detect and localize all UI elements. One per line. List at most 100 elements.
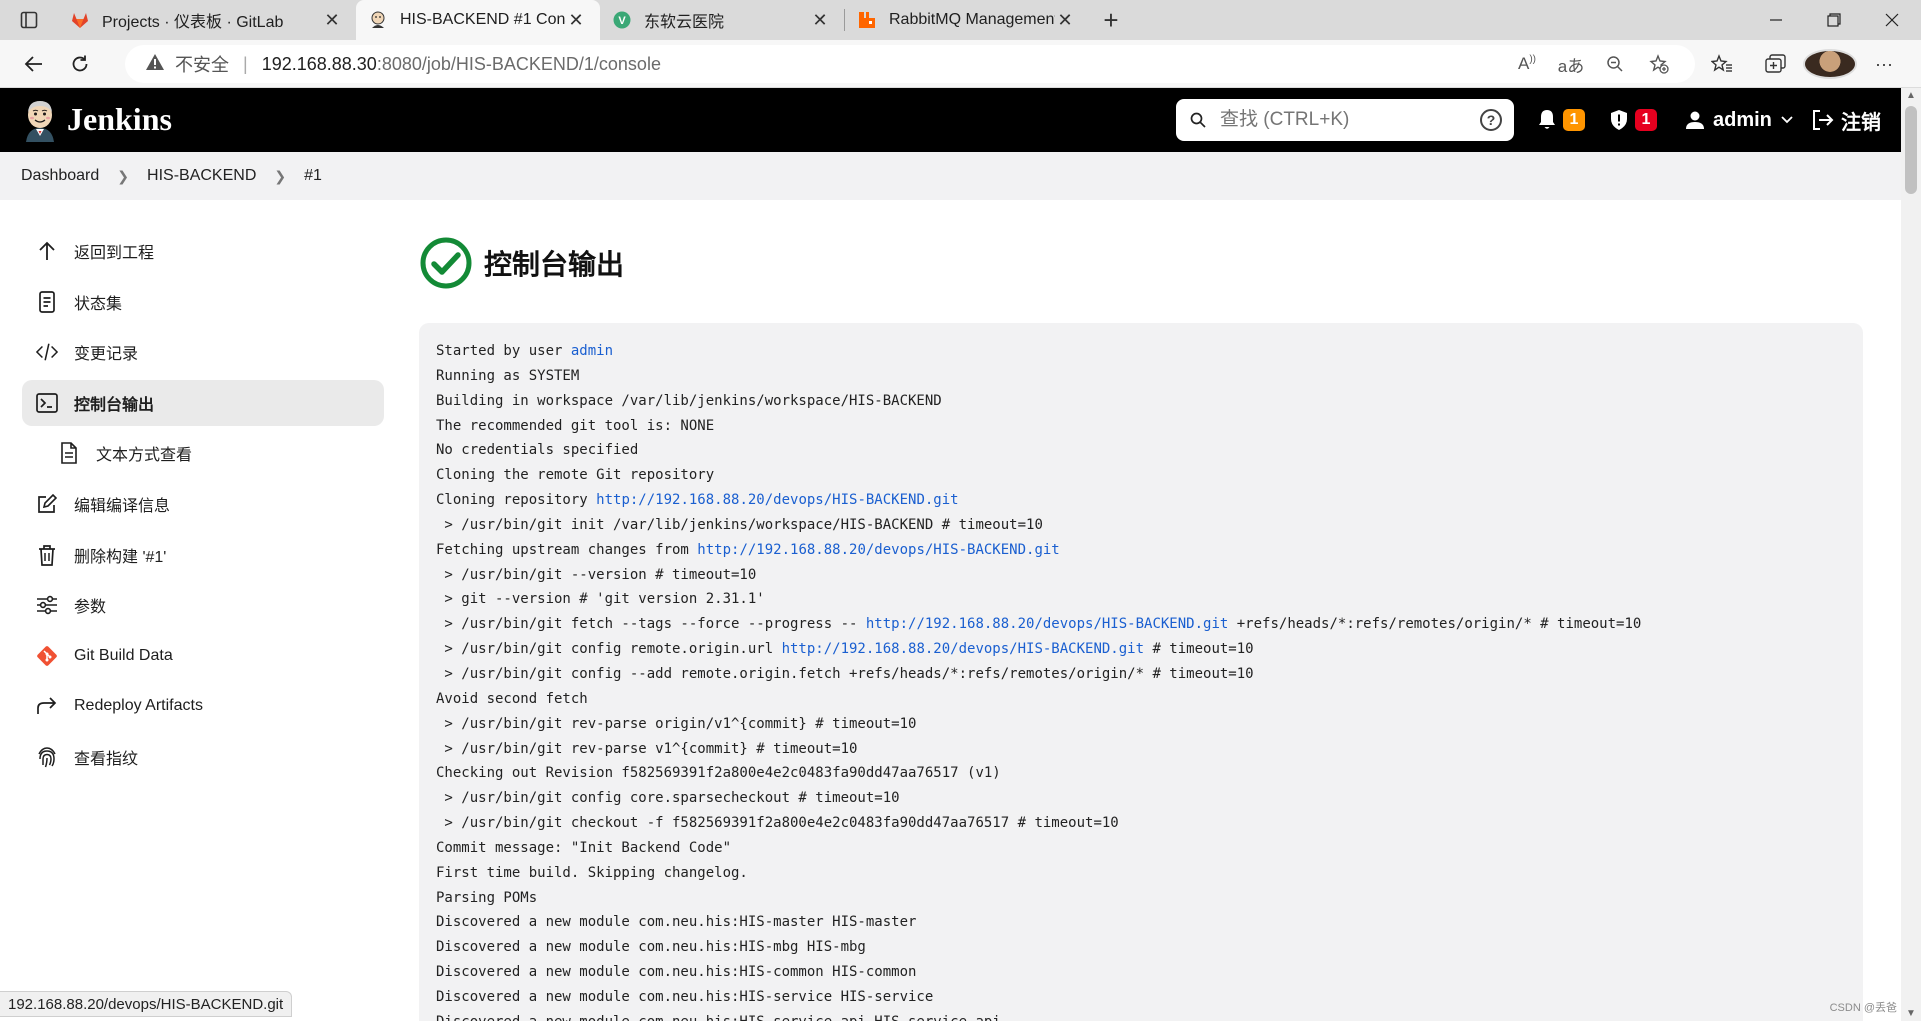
console-line: No credentials specified	[436, 442, 638, 458]
logout-label: 注销	[1841, 111, 1881, 134]
tab-title: HIS-BACKEND #1 Console [Jenkins]	[400, 11, 566, 28]
collections-button[interactable]	[1749, 54, 1803, 74]
bell-icon	[1539, 110, 1555, 129]
console-text: > /usr/bin/git rev-parse v1^{commit} # t…	[436, 740, 858, 757]
tab-gitlab[interactable]: Projects · 仪表板 · GitLab ✕	[58, 0, 356, 40]
edit-icon	[36, 493, 58, 515]
favorites-button[interactable]	[1695, 54, 1749, 74]
console-text: > git --version # 'git version 2.31.1'	[436, 591, 765, 608]
sidebar-item-console-output[interactable]: 控制台输出	[22, 379, 384, 426]
sidebar-item-redeploy-artifacts[interactable]: Redeploy Artifacts	[22, 683, 384, 729]
chevron-down-icon[interactable]	[1780, 115, 1794, 125]
add-favorite-icon[interactable]	[1637, 54, 1681, 74]
breadcrumb-dashboard[interactable]: Dashboard	[21, 167, 99, 185]
sidebar-item-fingerprints[interactable]: 查看指纹	[22, 734, 384, 780]
shield-alert-icon	[1611, 110, 1627, 130]
console-link[interactable]: http://192.168.88.20/devops/HIS-BACKEND.…	[697, 542, 1059, 558]
new-tab-button[interactable]: +	[1089, 0, 1133, 40]
console-text: Cloning repository	[436, 492, 597, 509]
console-link[interactable]: http://192.168.88.20/devops/HIS-BACKEND.…	[782, 641, 1144, 657]
security-status[interactable]: 不安全	[175, 51, 229, 77]
sidebar-item-status[interactable]: 状态集	[22, 279, 384, 325]
reload-button[interactable]	[58, 44, 102, 84]
profile-button[interactable]	[1803, 49, 1857, 79]
console-link[interactable]: admin	[571, 343, 613, 359]
chevron-right-icon[interactable]: ❯	[117, 168, 129, 185]
address-bar[interactable]: 不安全 | 192.168.88.30:8080/job/HIS-BACKEND…	[125, 45, 1695, 83]
console-text: > /usr/bin/git checkout -f f582569391f2a…	[436, 815, 1119, 832]
warning-icon[interactable]	[145, 53, 165, 76]
trash-icon	[36, 544, 58, 566]
notifications-badge: 1	[1563, 109, 1585, 131]
browser-toolbar: 不安全 | 192.168.88.30:8080/job/HIS-BACKEND…	[0, 40, 1921, 88]
breadcrumb-job[interactable]: HIS-BACKEND	[147, 167, 256, 185]
console-text: > /usr/bin/git fetch --tags --force --pr…	[436, 616, 866, 633]
notifications-button[interactable]: 1	[1537, 100, 1585, 140]
sidebar-item-back-to-project[interactable]: 返回到工程	[22, 228, 384, 274]
console-text: Discovered a new module com.neu.his:HIS-…	[436, 914, 917, 931]
gitlab-icon	[70, 10, 90, 30]
tab-rabbitmq[interactable]: RabbitMQ Management ✕	[845, 0, 1089, 40]
chevron-right-icon[interactable]: ❯	[274, 168, 286, 185]
sidebar-item-label: 查看指纹	[74, 750, 139, 768]
close-tab-icon[interactable]: ✕	[1055, 10, 1075, 30]
console-text: > /usr/bin/git config remote.origin.url	[436, 641, 782, 658]
url-path: :8080/job/HIS-BACKEND/1/console	[376, 53, 661, 74]
console-line: The recommended git tool is: NONE	[436, 418, 714, 434]
page-scrollbar[interactable]: ▲ ▼	[1901, 88, 1921, 1021]
page-heading: 控制台输出	[420, 236, 624, 290]
page-title: 控制台输出	[484, 249, 625, 280]
reload-icon	[72, 55, 88, 71]
zoom-icon[interactable]	[1593, 55, 1637, 73]
sidebar-item-edit-build-info[interactable]: 编辑编译信息	[22, 481, 384, 527]
jenkins-header: Jenkins ? 1 1 admin 注销	[0, 88, 1901, 152]
sidebar-item-view-as-text[interactable]: 文本方式查看	[22, 430, 384, 476]
console-link[interactable]: http://192.168.88.20/devops/HIS-BACKEND.…	[596, 492, 958, 508]
tab-neusoft-hospital[interactable]: V 东软云医院 ✕	[600, 0, 844, 40]
sidebar-item-label: 控制台输出	[74, 396, 155, 414]
console-text: Running as SYSTEM	[436, 367, 580, 384]
close-icon	[1885, 13, 1899, 27]
close-window-button[interactable]	[1863, 0, 1921, 40]
console-line: > git --version # 'git version 2.31.1'	[436, 591, 765, 608]
jenkins-logo-icon[interactable]	[20, 98, 60, 142]
user-menu[interactable]: admin	[1685, 100, 1794, 140]
read-aloud-icon[interactable]: A))	[1505, 54, 1549, 74]
success-check-icon	[420, 237, 472, 289]
scroll-up-icon[interactable]: ▲	[1906, 90, 1916, 101]
jenkins-brand[interactable]: Jenkins	[67, 101, 172, 138]
sidebar-item-label: Git Build Data	[74, 646, 173, 664]
console-text: Discovered a new module com.neu.his:HIS-…	[436, 939, 866, 956]
minimize-button[interactable]	[1747, 0, 1805, 40]
translate-icon[interactable]: aあ	[1549, 52, 1593, 77]
console-text: Commit message: "Init Backend Code"	[436, 839, 732, 856]
tab-jenkins-console[interactable]: HIS-BACKEND #1 Console [Jenkins] ✕	[356, 0, 600, 40]
sidebar-item-delete-build[interactable]: 删除构建 '#1'	[22, 532, 384, 578]
sidebar-item-git-build-data[interactable]: Git Build Data	[22, 633, 384, 679]
close-tab-icon[interactable]: ✕	[322, 10, 342, 30]
sidebar-item-changes[interactable]: 变更记录	[22, 329, 384, 375]
tab-actions-button[interactable]	[0, 0, 58, 40]
close-tab-icon[interactable]: ✕	[810, 10, 830, 30]
sidebar-item-parameters[interactable]: 参数	[22, 582, 384, 628]
scrollbar-thumb[interactable]	[1905, 106, 1917, 194]
more-menu-button[interactable]: ···	[1857, 54, 1911, 75]
console-line: Discovered a new module com.neu.his:HIS-…	[436, 1014, 1001, 1021]
back-button[interactable]	[12, 44, 56, 84]
console-line: Discovered a new module com.neu.his:HIS-…	[436, 989, 933, 1005]
restore-button[interactable]	[1805, 0, 1863, 40]
breadcrumb-build[interactable]: #1	[304, 167, 322, 185]
avatar	[1803, 49, 1857, 79]
close-tab-icon[interactable]: ✕	[566, 10, 586, 30]
breadcrumb: Dashboard ❯ HIS-BACKEND ❯ #1	[0, 152, 1901, 200]
console-link[interactable]: http://192.168.88.20/devops/HIS-BACKEND.…	[866, 616, 1228, 632]
logout-button[interactable]: 注销	[1811, 100, 1881, 140]
search-input[interactable]	[1220, 109, 1470, 131]
scroll-down-icon[interactable]: ▼	[1906, 1008, 1916, 1019]
user-icon	[1686, 111, 1704, 129]
console-text: Parsing POMs	[436, 889, 538, 906]
security-alerts-button[interactable]: 1	[1609, 100, 1657, 140]
console-text: Discovered a new module com.neu.his:HIS-…	[436, 964, 917, 981]
search-help-icon[interactable]: ?	[1480, 109, 1502, 131]
jenkins-search-box[interactable]: ?	[1176, 99, 1514, 141]
